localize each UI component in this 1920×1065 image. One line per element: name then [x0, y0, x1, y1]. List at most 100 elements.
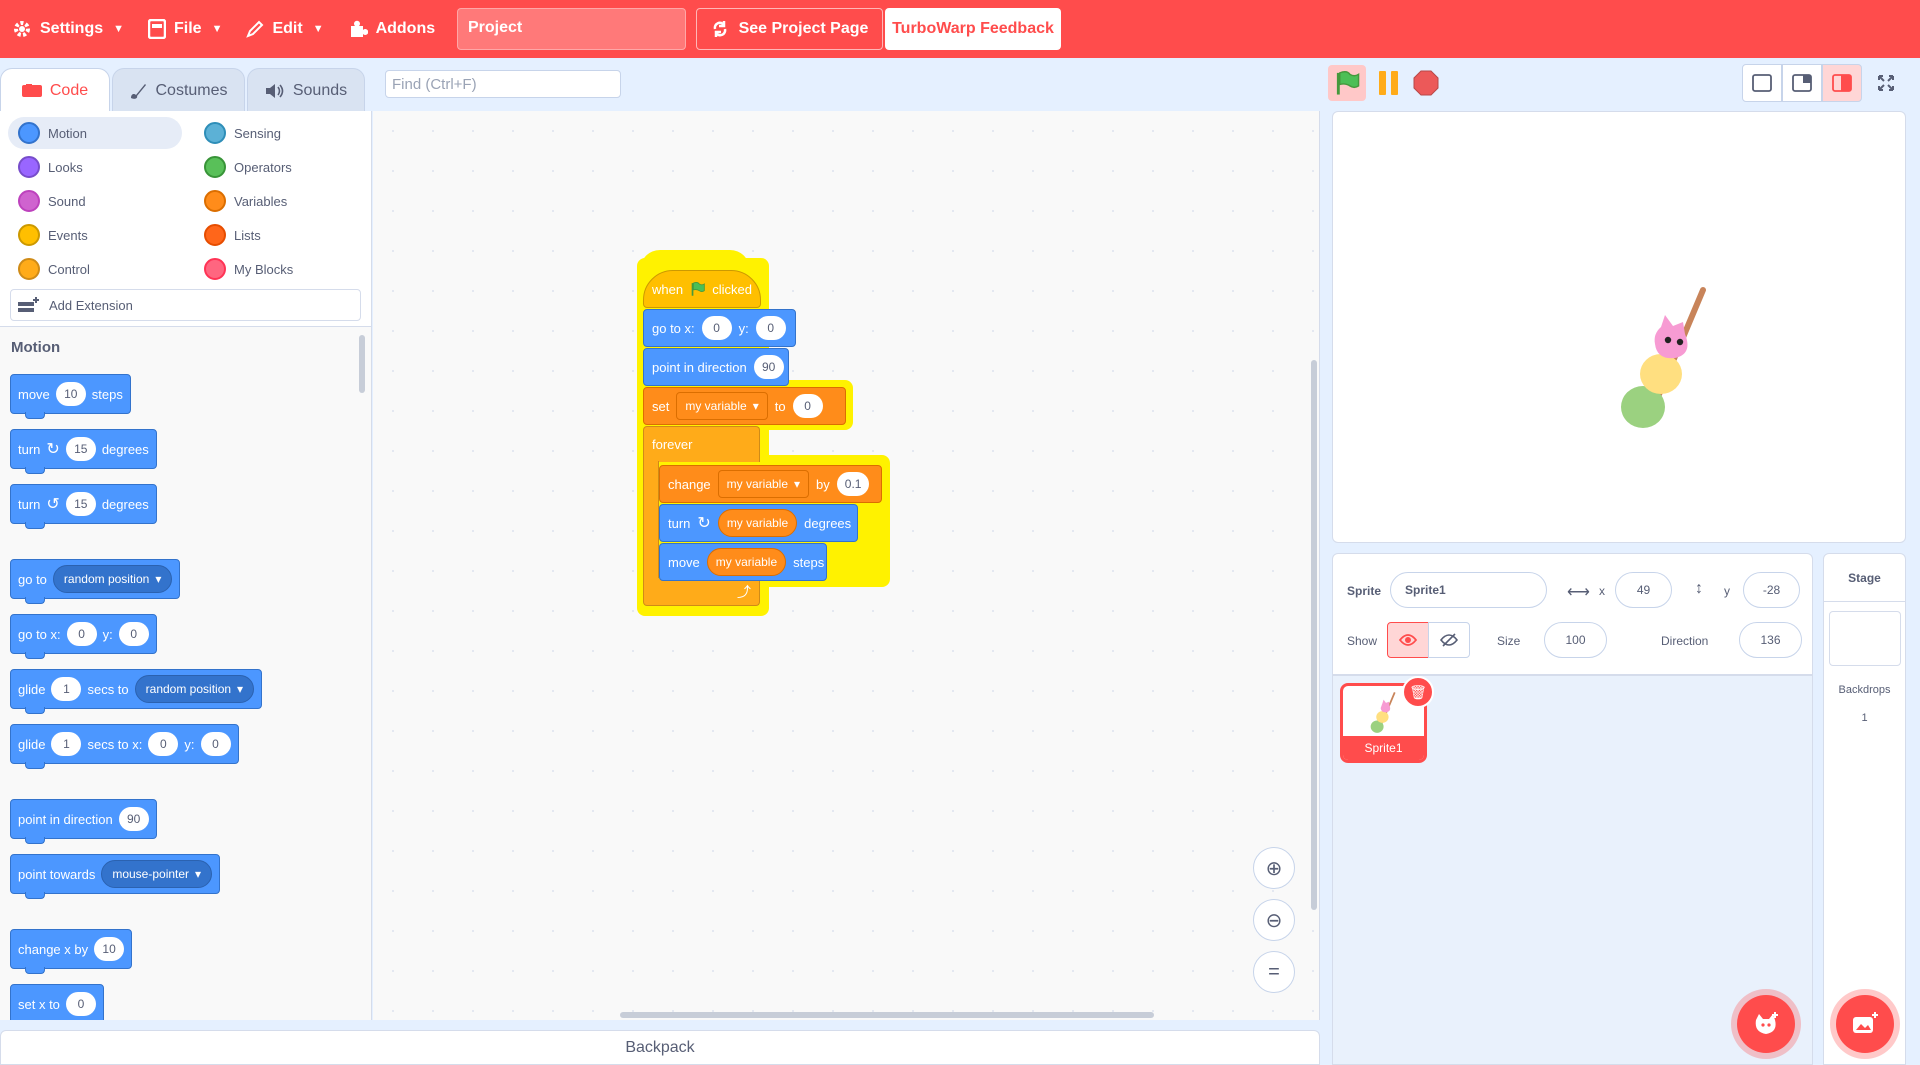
size-input[interactable]: 100: [1544, 622, 1607, 658]
stop-button[interactable]: [1410, 65, 1442, 101]
glide-target-dropdown[interactable]: random position ▾: [134, 675, 255, 703]
x-position-input[interactable]: 49: [1615, 572, 1672, 608]
tab-costumes[interactable]: Costumes: [112, 68, 245, 112]
y-input[interactable]: 0: [755, 316, 786, 340]
edit-menu[interactable]: Edit ▼: [234, 0, 335, 58]
fullscreen-button[interactable]: [1866, 64, 1906, 102]
pause-button[interactable]: [1372, 65, 1404, 101]
small-stage-button[interactable]: [1742, 64, 1782, 102]
go-to-xy-block[interactable]: go to x: 0 y: 0: [10, 614, 157, 659]
category-sensing[interactable]: Sensing: [194, 117, 364, 149]
tab-code[interactable]: Code: [0, 68, 110, 112]
workspace-horizontal-scrollbar[interactable]: [620, 1012, 1154, 1018]
sprite-info-panel: Sprite Sprite1 ⟷ x 49 ↕ y -28 Show Size …: [1332, 553, 1813, 675]
file-menu[interactable]: File ▼: [136, 0, 234, 58]
direction-input[interactable]: 90: [118, 807, 149, 831]
block-categories: Motion Looks Sound Events Control Sensin…: [0, 111, 372, 327]
zoom-reset-button[interactable]: =: [1253, 951, 1295, 993]
turn-right-block[interactable]: turn ↻ 15 degrees: [10, 429, 157, 474]
direction-input[interactable]: 136: [1739, 622, 1802, 658]
script-move-block[interactable]: move my variable steps: [659, 543, 827, 581]
script-forever-block[interactable]: forever: [643, 426, 760, 462]
sprite-tile-name: Sprite1: [1343, 736, 1424, 760]
block-text: go to x:: [652, 320, 695, 336]
y-input[interactable]: 0: [200, 732, 231, 756]
add-extension-button[interactable]: Add Extension: [10, 289, 361, 321]
palette-scrollbar[interactable]: [359, 335, 365, 393]
script-point-in-direction-block[interactable]: point in direction 90: [643, 348, 789, 386]
variable-reporter[interactable]: my variable: [717, 509, 798, 537]
script-turn-block[interactable]: turn ↻ my variable degrees: [659, 504, 858, 542]
project-title-input[interactable]: Project: [457, 8, 686, 50]
sprite-name-input[interactable]: Sprite1: [1390, 572, 1547, 608]
value-input[interactable]: 0.1: [836, 472, 870, 496]
see-project-page-button[interactable]: See Project Page: [696, 8, 883, 50]
turn-left-block[interactable]: turn ↺ 15 degrees: [10, 484, 157, 529]
point-in-direction-block[interactable]: point in direction 90: [10, 799, 157, 844]
secs-input[interactable]: 1: [51, 732, 82, 756]
go-to-block[interactable]: go to random position ▾: [10, 559, 181, 604]
x-input[interactable]: 0: [148, 732, 179, 756]
zoom-out-button[interactable]: ⊖: [1253, 899, 1295, 941]
stage-selector[interactable]: Stage Backdrops 1: [1823, 553, 1906, 1065]
add-sprite-button[interactable]: [1737, 995, 1795, 1053]
show-hidden-button[interactable]: [1428, 622, 1470, 658]
find-input[interactable]: Find (Ctrl+F): [385, 70, 621, 98]
add-backdrop-button[interactable]: [1836, 995, 1894, 1053]
category-control[interactable]: Control: [8, 253, 182, 285]
direction-input[interactable]: 90: [753, 355, 784, 379]
large-stage-button[interactable]: [1822, 64, 1862, 102]
steps-input[interactable]: 10: [55, 382, 86, 406]
normal-stage-button[interactable]: [1782, 64, 1822, 102]
x-input[interactable]: 0: [66, 622, 97, 646]
set-x-block[interactable]: set x to 0: [10, 984, 104, 1020]
tab-sounds[interactable]: Sounds: [247, 68, 365, 112]
category-sound[interactable]: Sound: [8, 185, 182, 217]
change-x-input[interactable]: 10: [94, 937, 125, 961]
delete-sprite-button[interactable]: 🗑: [1402, 676, 1434, 708]
set-x-input[interactable]: 0: [65, 992, 96, 1016]
category-variables[interactable]: Variables: [194, 185, 364, 217]
glide-to-block[interactable]: glide 1 secs to random position ▾: [10, 669, 263, 714]
towards-target-dropdown[interactable]: mouse-pointer ▾: [101, 860, 213, 888]
change-x-block[interactable]: change x by 10: [10, 929, 133, 974]
settings-menu[interactable]: Settings ▼: [0, 0, 136, 58]
degrees-input[interactable]: 15: [65, 492, 96, 516]
show-visible-button[interactable]: [1387, 622, 1429, 658]
goto-target-dropdown[interactable]: random position ▾: [52, 565, 173, 593]
y-position-input[interactable]: -28: [1743, 572, 1800, 608]
when-flag-clicked-block[interactable]: when clicked: [643, 270, 761, 308]
block-text: secs to: [87, 681, 129, 697]
value-input[interactable]: 0: [792, 394, 823, 418]
y-input[interactable]: 0: [118, 622, 149, 646]
stage-canvas[interactable]: [1332, 111, 1906, 543]
category-events[interactable]: Events: [8, 219, 182, 251]
variable-dropdown[interactable]: my variable ▾: [717, 470, 810, 498]
category-motion[interactable]: Motion: [8, 117, 182, 149]
secs-input[interactable]: 1: [51, 677, 82, 701]
category-my-blocks[interactable]: My Blocks: [194, 253, 364, 285]
point-towards-block[interactable]: point towards mouse-pointer ▾: [10, 854, 221, 899]
workspace-vertical-scrollbar[interactable]: [1311, 360, 1317, 910]
degrees-input[interactable]: 15: [65, 437, 96, 461]
script-set-variable-block[interactable]: set my variable ▾ to 0: [643, 387, 846, 425]
script-go-to-xy-block[interactable]: go to x: 0 y: 0: [643, 309, 796, 347]
x-input[interactable]: 0: [701, 316, 732, 340]
category-looks[interactable]: Looks: [8, 151, 182, 183]
addons-label: Addons: [375, 20, 436, 37]
variable-dropdown[interactable]: my variable ▾: [676, 392, 768, 420]
glide-to-xy-block[interactable]: glide 1 secs to x: 0 y: 0: [10, 724, 239, 769]
addons-menu[interactable]: Addons: [336, 0, 448, 58]
category-lists[interactable]: Lists: [194, 219, 364, 251]
script-change-variable-block[interactable]: change my variable ▾ by 0.1: [659, 465, 882, 503]
green-flag-button[interactable]: [1328, 65, 1366, 101]
small-stage-icon: [1752, 74, 1772, 92]
feedback-button[interactable]: TurboWarp Feedback: [885, 8, 1061, 50]
variable-reporter[interactable]: my variable: [706, 548, 787, 576]
category-operators[interactable]: Operators: [194, 151, 364, 183]
move-steps-block[interactable]: move 10 steps: [10, 374, 131, 419]
zoom-in-button[interactable]: ⊕: [1253, 847, 1295, 889]
stage-title: Stage: [1824, 554, 1905, 602]
block-text: degrees: [804, 515, 852, 531]
backpack-bar[interactable]: Backpack: [0, 1030, 1320, 1065]
